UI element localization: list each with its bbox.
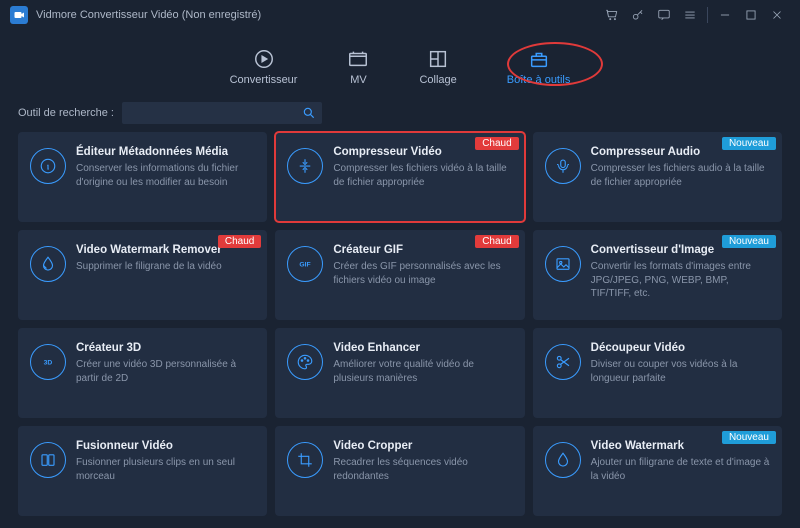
tool-card[interactable]: Fusionneur Vidéo Fusionner plusieurs clip… <box>18 426 267 516</box>
audio-icon <box>545 148 581 184</box>
card-desc: Recadrer les séquences vidéo redondantes <box>333 456 512 483</box>
card-body: Créateur 3D Créer une vidéo 3D personnali… <box>76 342 255 406</box>
card-desc: Améliorer votre qualité vidéo de plusieu… <box>333 358 512 385</box>
mv-icon <box>347 48 369 70</box>
card-body: Video Enhancer Améliorer votre qualité vi… <box>333 342 512 406</box>
menu-icon[interactable] <box>677 2 703 28</box>
card-title: Découpeur Vidéo <box>591 342 770 354</box>
close-icon[interactable] <box>764 2 790 28</box>
card-title: Video Cropper <box>333 440 512 452</box>
maximize-icon[interactable] <box>738 2 764 28</box>
badge-new: Nouveau <box>722 137 776 150</box>
search-field[interactable] <box>122 102 322 124</box>
card-title: Fusionneur Vidéo <box>76 440 255 452</box>
card-body: Fusionneur Vidéo Fusionner plusieurs clip… <box>76 440 255 504</box>
tool-card[interactable]: Video Enhancer Améliorer votre qualité vi… <box>275 328 524 418</box>
toolbox-icon <box>528 48 550 70</box>
card-body: Compresseur AudioCompresser les fichiers… <box>591 146 770 210</box>
info-icon <box>30 148 66 184</box>
app-logo-icon <box>10 6 28 24</box>
nav-toolbox[interactable]: Boîte à outils <box>507 48 571 92</box>
badge-hot: Chaud <box>475 137 518 150</box>
tool-card[interactable]: Découpeur Vidéo Diviser ou couper vos vid… <box>533 328 782 418</box>
tool-card[interactable]: Video Cropper Recadrer les séquences vidé… <box>275 426 524 516</box>
card-body: Video WatermarkAjouter un filigrane de t… <box>591 440 770 504</box>
search-input[interactable] <box>128 107 302 119</box>
card-body: Éditeur Métadonnées Média Conserver les i… <box>76 146 255 210</box>
tool-card[interactable]: ChaudVideo Watermark RemoverSupprimer le… <box>18 230 267 320</box>
svg-text:3D: 3D <box>44 359 53 366</box>
nav-label: MV <box>350 74 367 86</box>
badge-new: Nouveau <box>722 235 776 248</box>
card-body: Créateur GIFCréer des GIF personnalisés … <box>333 244 512 308</box>
card-title: Créateur 3D <box>76 342 255 354</box>
palette-icon <box>287 344 323 380</box>
tool-grid: Éditeur Métadonnées Média Conserver les i… <box>0 132 800 528</box>
card-desc: Conserver les informations du fichier d'… <box>76 162 255 189</box>
nav-label: Collage <box>419 74 456 86</box>
tool-card[interactable]: NouveauConvertisseur d'ImageConvertir le… <box>533 230 782 320</box>
card-desc: Créer des GIF personnalisés avec les fic… <box>333 260 512 287</box>
card-desc: Compresser les fichiers vidéo à la taill… <box>333 162 512 189</box>
nav-mv[interactable]: MV <box>347 48 369 92</box>
card-body: Compresseur VidéoCompresser les fichiers… <box>333 146 512 210</box>
converter-icon <box>253 48 275 70</box>
image-icon <box>545 246 581 282</box>
merge-icon <box>30 442 66 478</box>
tool-card[interactable]: Chaud GIF Créateur GIFCréer des GIF person… <box>275 230 524 320</box>
nav-label: Boîte à outils <box>507 74 571 86</box>
cart-icon[interactable] <box>599 2 625 28</box>
scissors-icon <box>545 344 581 380</box>
card-title: Éditeur Métadonnées Média <box>76 146 255 158</box>
drop-icon <box>30 246 66 282</box>
card-body: Video Watermark RemoverSupprimer le fili… <box>76 244 255 308</box>
badge-hot: Chaud <box>475 235 518 248</box>
card-desc: Compresser les fichiers audio à la taill… <box>591 162 770 189</box>
watermark-icon <box>545 442 581 478</box>
nav-collage[interactable]: Collage <box>419 48 456 92</box>
badge-new: Nouveau <box>722 431 776 444</box>
tool-card[interactable]: NouveauVideo WatermarkAjouter un filigra… <box>533 426 782 516</box>
svg-text:GIF: GIF <box>300 261 311 268</box>
compress-icon <box>287 148 323 184</box>
tool-card[interactable]: NouveauCompresseur AudioCompresser les f… <box>533 132 782 222</box>
card-desc: Fusionner plusieurs clips en un seul mor… <box>76 456 255 483</box>
tool-card[interactable]: 3D Créateur 3D Créer une vidéo 3D personna… <box>18 328 267 418</box>
top-nav: Convertisseur MV Collage Boîte à outils <box>0 30 800 92</box>
search-icon[interactable] <box>302 106 316 120</box>
collage-icon <box>427 48 449 70</box>
nav-converter[interactable]: Convertisseur <box>230 48 298 92</box>
card-desc: Diviser ou couper vos vidéos à la longue… <box>591 358 770 385</box>
tool-card[interactable]: ChaudCompresseur VidéoCompresser les fic… <box>275 132 524 222</box>
badge-hot: Chaud <box>218 235 261 248</box>
crop-icon <box>287 442 323 478</box>
key-icon[interactable] <box>625 2 651 28</box>
titlebar: Vidmore Convertisseur Vidéo (Non enregis… <box>0 0 800 30</box>
card-desc: Ajouter un filigrane de texte et d'image… <box>591 456 770 483</box>
card-desc: Supprimer le filigrane de la vidéo <box>76 260 255 274</box>
minimize-icon[interactable] <box>712 2 738 28</box>
card-body: Convertisseur d'ImageConvertir les forma… <box>591 244 770 308</box>
search-bar: Outil de recherche : <box>18 102 782 124</box>
nav-label: Convertisseur <box>230 74 298 86</box>
card-body: Video Cropper Recadrer les séquences vidé… <box>333 440 512 504</box>
divider <box>707 7 708 23</box>
feedback-icon[interactable] <box>651 2 677 28</box>
app-title: Vidmore Convertisseur Vidéo (Non enregis… <box>36 9 261 21</box>
3d-icon: 3D <box>30 344 66 380</box>
card-desc: Convertir les formats d'images entre JPG… <box>591 260 770 301</box>
card-desc: Créer une vidéo 3D personnalisée à parti… <box>76 358 255 385</box>
tool-card[interactable]: Éditeur Métadonnées Média Conserver les i… <box>18 132 267 222</box>
gif-icon: GIF <box>287 246 323 282</box>
search-label: Outil de recherche : <box>18 107 114 119</box>
card-title: Video Enhancer <box>333 342 512 354</box>
card-body: Découpeur Vidéo Diviser ou couper vos vid… <box>591 342 770 406</box>
